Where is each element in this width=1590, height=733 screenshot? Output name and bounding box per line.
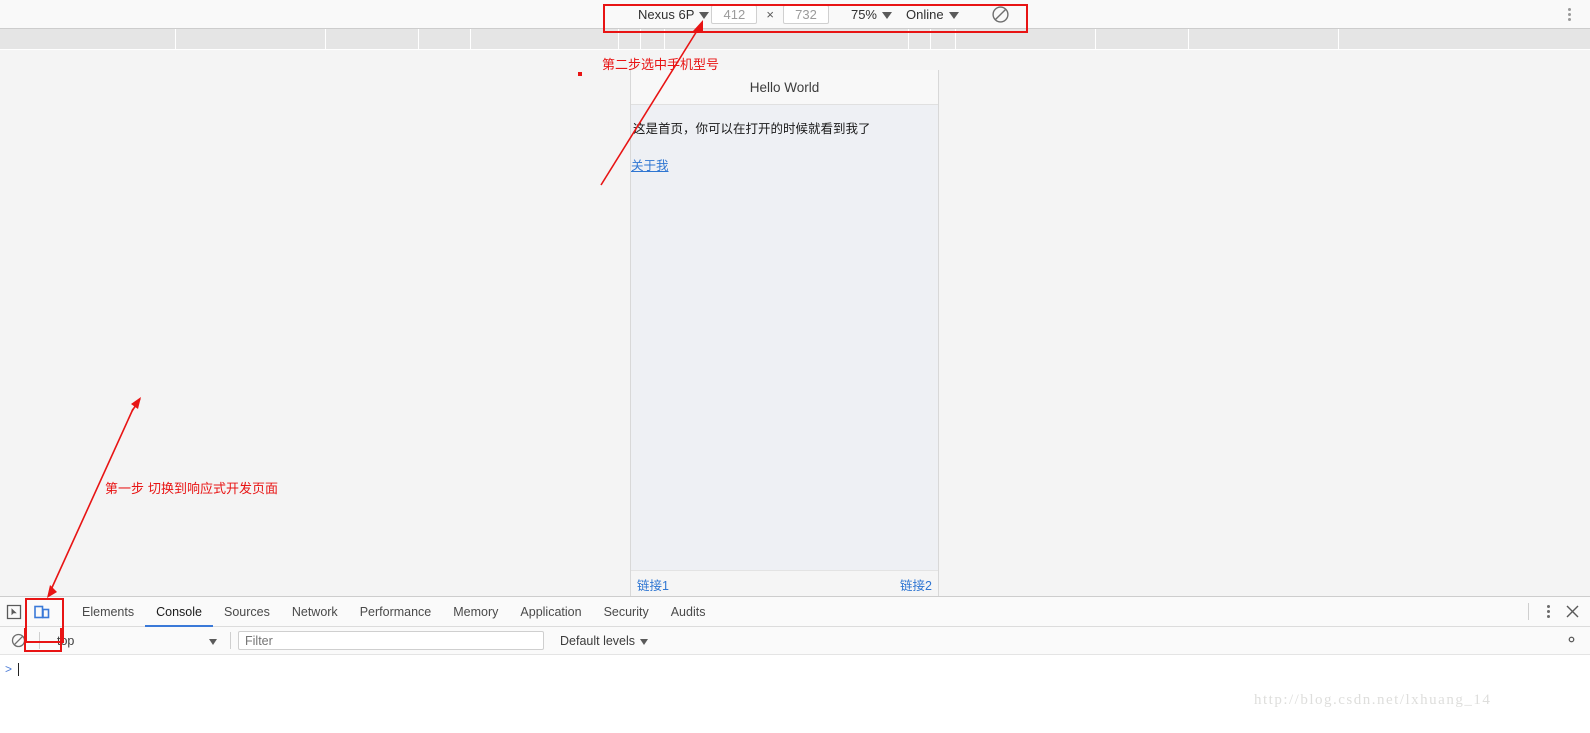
tab-application[interactable]: Application (509, 597, 592, 626)
tab-label: Console (156, 604, 202, 619)
tab-label: Security (603, 604, 649, 619)
chevron-down-icon (209, 638, 217, 645)
about-link[interactable]: 关于我 (631, 155, 938, 174)
page-body-text: 这是首页，你可以在打开的时候就看到我了 (633, 122, 871, 136)
toolbar-divider (1528, 603, 1529, 620)
console-filter-input[interactable] (238, 631, 544, 650)
devtools-tabbar-actions (1521, 597, 1584, 626)
tab-performance[interactable]: Performance (349, 597, 443, 626)
devtools-tabbar: Elements Console Sources Network Perform… (0, 597, 1590, 627)
ruler-tick (1188, 29, 1189, 50)
console-levels-selector[interactable]: Default levels (560, 633, 649, 648)
tab-label: Network (291, 604, 338, 619)
tab-label: Performance (359, 604, 432, 619)
annotation-dot (578, 72, 582, 76)
console-prompt[interactable]: > (5, 661, 1590, 677)
annotation-step1-detail: 切换到响应式开发页面 (148, 481, 279, 496)
console-context-selector[interactable]: top (47, 630, 223, 652)
ruler-tick (418, 29, 419, 50)
annotation-box-device-toolbar (603, 4, 1028, 33)
emulated-device-viewport[interactable]: Hello World 这是首页，你可以在打开的时候就看到我了 关于我 链接1 … (630, 70, 939, 598)
page-title-text: Hello World (749, 79, 820, 95)
ruler-tick (325, 29, 326, 50)
annotation-step2-label: 第二步选中手机型号 (602, 57, 720, 72)
footer-link-1[interactable]: 链接1 (637, 575, 669, 594)
toolbar-divider (230, 632, 231, 649)
ruler-tick (470, 29, 471, 50)
ruler-tick (175, 29, 176, 50)
ruler-tick (1095, 29, 1096, 50)
close-icon[interactable] (1560, 601, 1584, 623)
console-filter-bar: top Default levels (0, 627, 1590, 655)
page-footer: 链接1 链接2 (631, 570, 938, 598)
watermark: http://blog.csdn.net/lxhuang_14 (1254, 692, 1492, 708)
ruler-tick (1338, 29, 1339, 50)
chevron-down-icon (640, 638, 649, 645)
tab-network[interactable]: Network (281, 597, 349, 626)
browser-menu-icon[interactable] (1560, 4, 1578, 24)
tab-label: Audits (670, 604, 706, 619)
inspect-element-icon[interactable] (0, 598, 28, 626)
page-content: 这是首页，你可以在打开的时候就看到我了 关于我 链接1 链接2 (631, 105, 938, 598)
annotation-step1-label: 第一步 (105, 481, 145, 496)
tab-label: Memory (453, 604, 499, 619)
tab-memory[interactable]: Memory (442, 597, 509, 626)
tab-label: Elements (82, 604, 135, 619)
devtools-more-icon[interactable] (1538, 601, 1558, 623)
gear-icon[interactable] (1563, 631, 1580, 653)
tab-elements[interactable]: Elements (71, 597, 145, 626)
tab-audits[interactable]: Audits (660, 597, 717, 626)
tab-label: Sources (223, 604, 270, 619)
console-levels-label: Default levels (560, 633, 636, 648)
prompt-chevron-icon: > (5, 662, 13, 676)
text-caret (18, 662, 20, 676)
tab-sources[interactable]: Sources (213, 597, 281, 626)
tab-console[interactable]: Console (145, 597, 213, 627)
devtools-panel: Elements Console Sources Network Perform… (0, 596, 1590, 733)
footer-link-2[interactable]: 链接2 (900, 575, 932, 594)
tab-label: Application (520, 604, 582, 619)
page-title: Hello World (631, 70, 938, 105)
tab-security[interactable]: Security (593, 597, 660, 626)
annotation-box-device-toggle-lower (24, 628, 62, 652)
